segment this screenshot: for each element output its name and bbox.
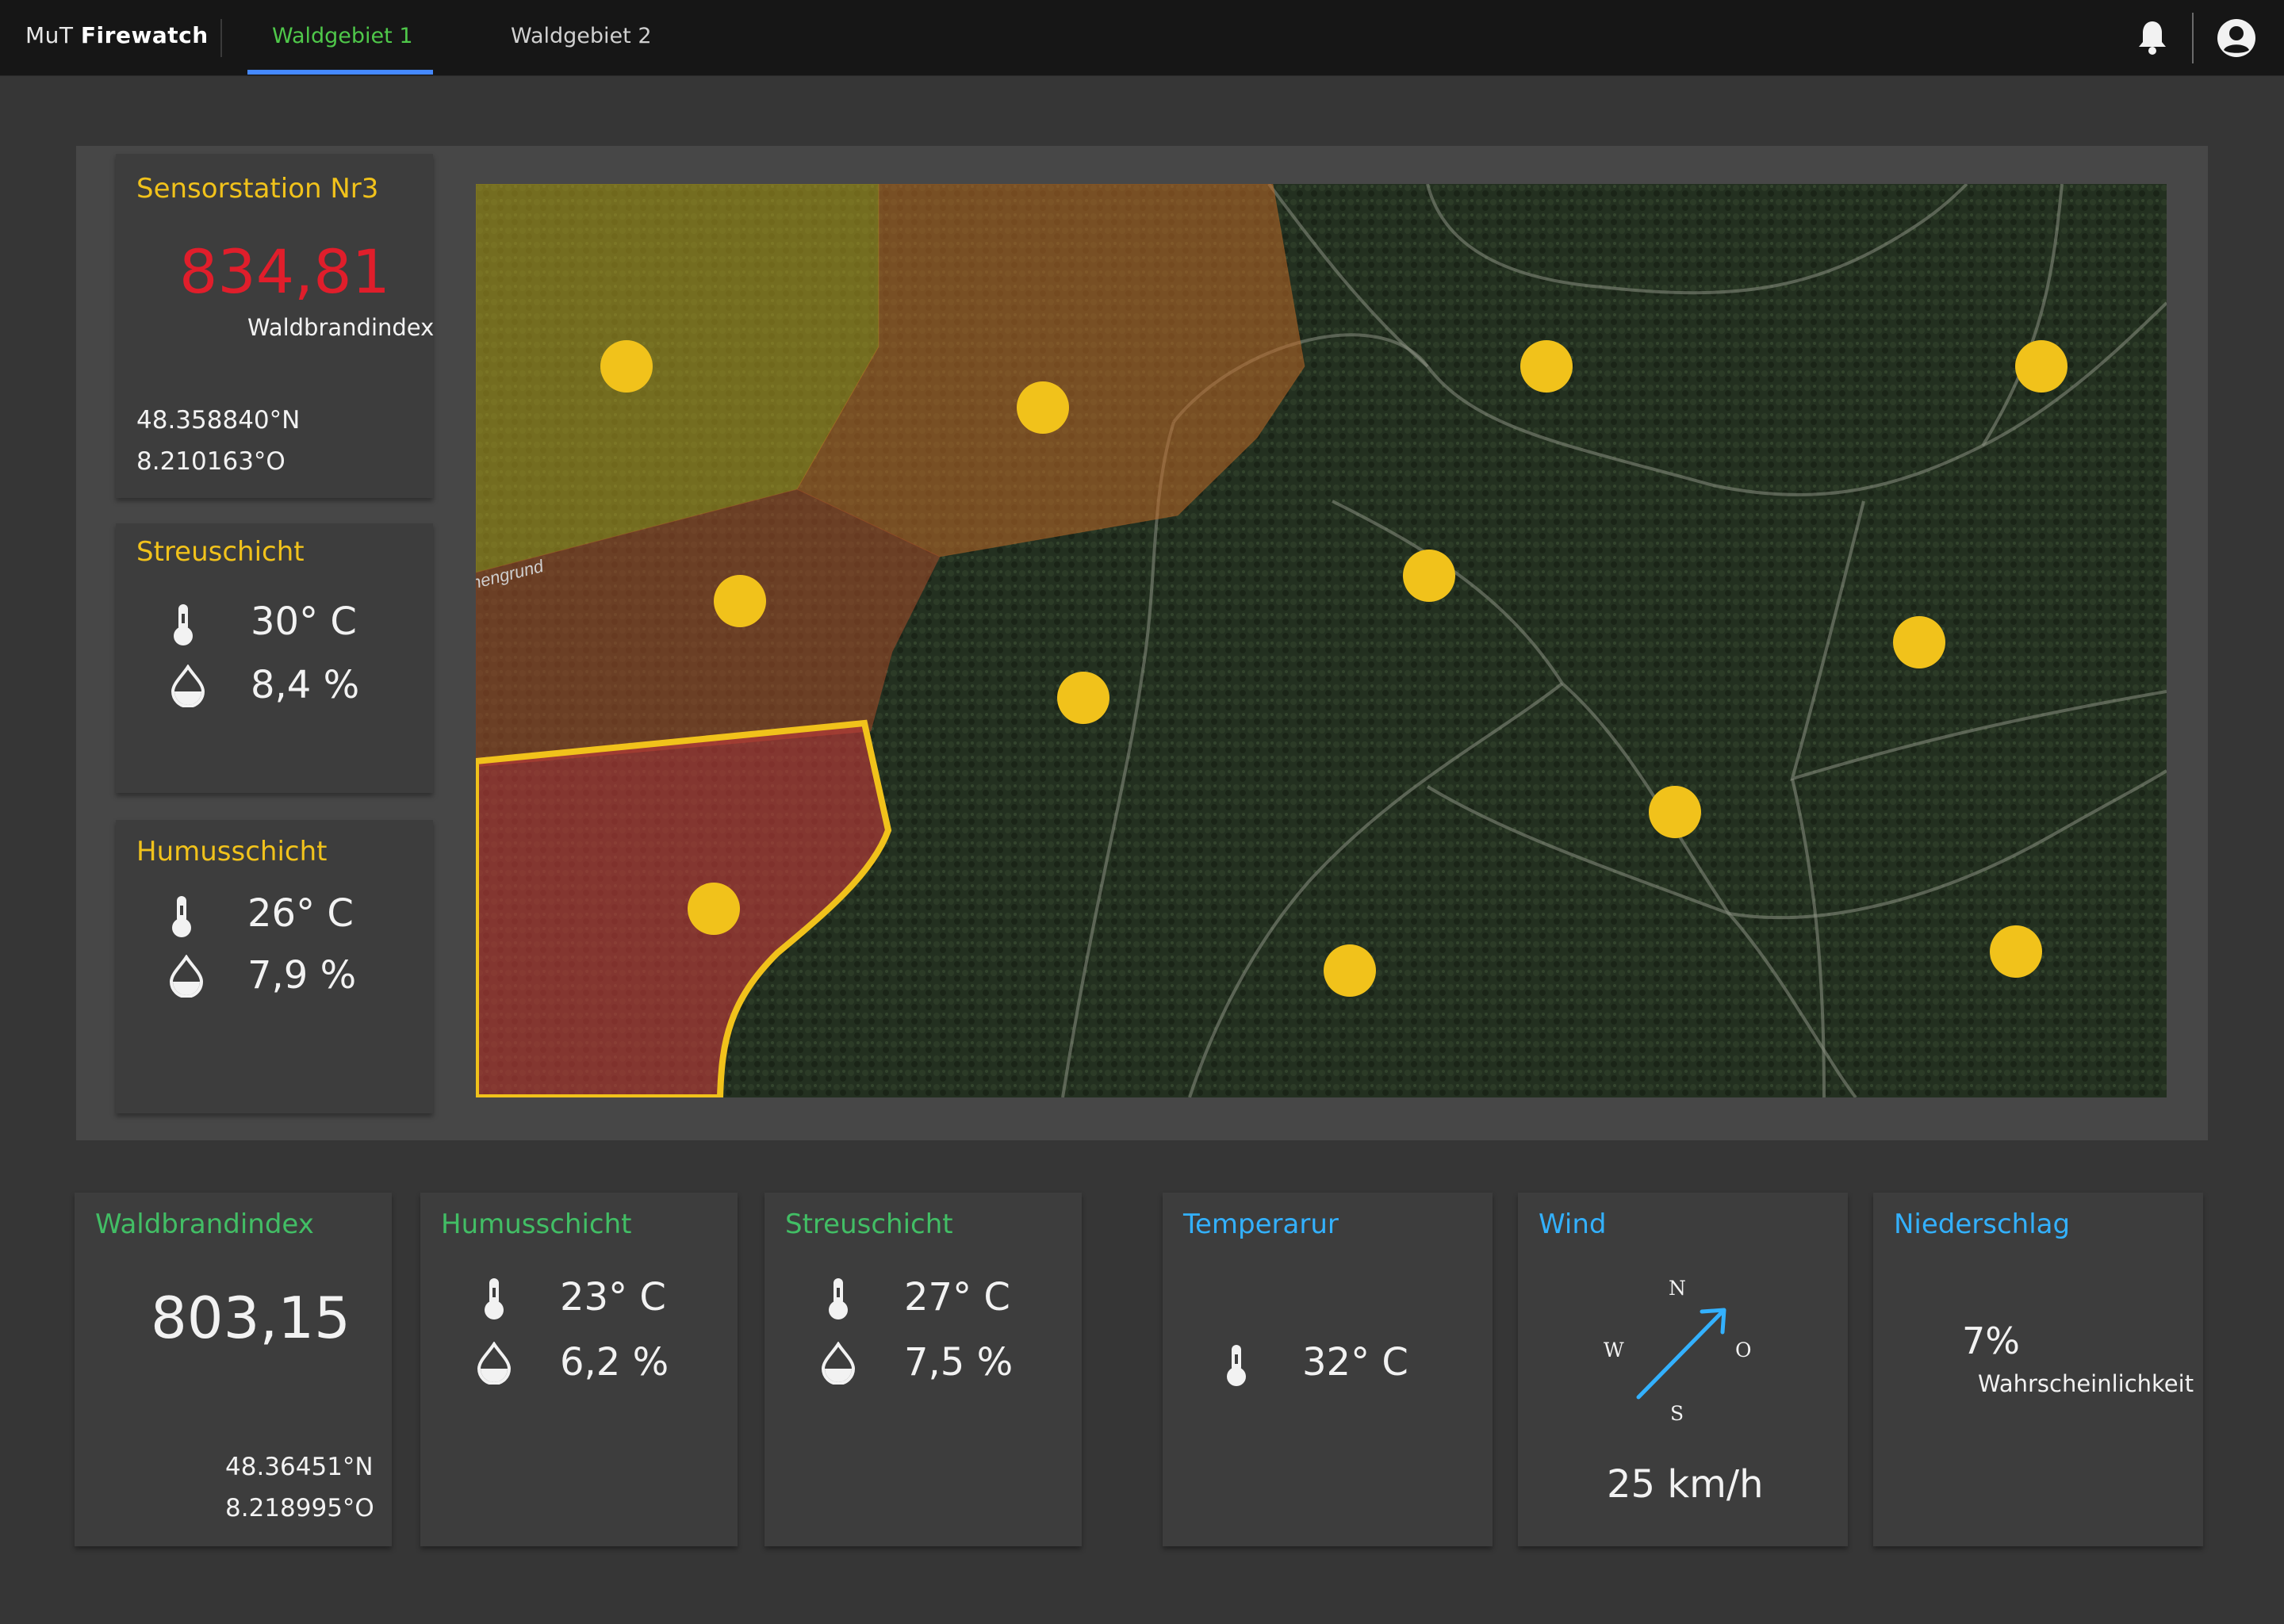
summary-humusschicht-humidity: 6,2 % xyxy=(560,1340,669,1385)
station-streuschicht-humidity: 8,4 % xyxy=(251,663,360,707)
summary-fire-index-value: 803,15 xyxy=(151,1285,351,1351)
thermometer-icon xyxy=(1227,1345,1246,1386)
station-fire-index-value: 834,81 xyxy=(179,236,390,307)
humidity-drop-icon xyxy=(169,955,204,998)
humidity-drop-icon xyxy=(171,665,205,707)
summary-streuschicht-title: Streuschicht xyxy=(785,1208,953,1240)
humidity-drop-icon xyxy=(477,1342,512,1385)
tab-waldgebiet-1[interactable]: Waldgebiet 1 xyxy=(272,24,413,48)
app-brand: MuT Firewatch xyxy=(25,22,209,48)
summary-temperature-value: 32° C xyxy=(1302,1340,1408,1385)
summary-longitude: 8.218995°O xyxy=(225,1494,374,1522)
station-fire-index-label: Waldbrandindex xyxy=(247,314,435,341)
thermometer-icon xyxy=(829,1278,848,1320)
summary-streuschicht-temperature: 27° C xyxy=(904,1275,1010,1320)
summary-precipitation-title: Niederschlag xyxy=(1894,1208,2071,1240)
compass-west-label: W xyxy=(1604,1339,1624,1362)
summary-wind-card: Wind N W O S 25 km/h xyxy=(1518,1193,1848,1546)
brand-name: Firewatch xyxy=(80,22,209,48)
forest-map[interactable]: nengrund xyxy=(476,184,2167,1097)
station-humusschicht-card: Humusschicht 26° C 7,9 % xyxy=(116,820,433,1113)
thermometer-icon xyxy=(485,1278,504,1320)
brand-prefix: MuT xyxy=(25,22,74,48)
summary-streuschicht-humidity: 7,5 % xyxy=(904,1340,1014,1385)
summary-precipitation-card: Niederschlag 7% Wahrscheinlichkeit xyxy=(1873,1193,2203,1546)
sensor-marker-selected[interactable] xyxy=(688,883,740,935)
wind-direction-arrow-icon xyxy=(1636,1308,1726,1400)
summary-precipitation-value: 7% xyxy=(1962,1320,2020,1362)
summary-humusschicht-card: Humusschicht 23° C 6,2 % xyxy=(420,1193,738,1546)
station-latitude: 48.358840°N xyxy=(136,406,301,435)
summary-humusschicht-title: Humusschicht xyxy=(441,1208,632,1240)
summary-streuschicht-card: Streuschicht 27° C 7,5 % xyxy=(765,1193,1082,1546)
sensor-marker[interactable] xyxy=(1990,925,2042,978)
sensor-marker[interactable] xyxy=(1403,550,1455,602)
station-humusschicht-temperature: 26° C xyxy=(247,891,354,936)
user-avatar-icon[interactable] xyxy=(2216,17,2257,59)
brand-divider xyxy=(220,19,222,57)
top-navigation-bar: MuT Firewatch Waldgebiet 1 Waldgebiet 2 xyxy=(0,0,2284,76)
bell-icon[interactable] xyxy=(2136,19,2168,56)
sensor-marker[interactable] xyxy=(600,340,653,393)
station-longitude: 8.210163°O xyxy=(136,447,286,476)
station-streuschicht-card: Streuschicht 30° C 8,4 % xyxy=(116,523,433,793)
summary-wind-speed: 25 km/h xyxy=(1607,1462,1764,1507)
header-divider xyxy=(2192,13,2194,63)
sensor-marker[interactable] xyxy=(1017,381,1069,434)
station-streuschicht-temperature: 30° C xyxy=(251,599,357,644)
summary-fire-index-card: Waldbrandindex 803,15 48.36451°N 8.21899… xyxy=(75,1193,392,1546)
humidity-drop-icon xyxy=(821,1342,856,1385)
sensor-marker[interactable] xyxy=(714,575,766,627)
summary-fire-index-title: Waldbrandindex xyxy=(95,1208,314,1240)
sensor-marker[interactable] xyxy=(1649,786,1701,838)
summary-humusschicht-temperature: 23° C xyxy=(560,1275,666,1320)
station-humusschicht-title: Humusschicht xyxy=(136,836,328,868)
sensor-marker[interactable] xyxy=(1324,944,1376,997)
forest-map-canvas[interactable]: nengrund xyxy=(476,184,2167,1097)
thermometer-icon xyxy=(174,604,193,645)
sensor-marker[interactable] xyxy=(1057,672,1109,724)
sensor-station-title: Sensorstation Nr3 xyxy=(136,173,379,205)
station-streuschicht-title: Streuschicht xyxy=(136,536,305,568)
sensor-marker[interactable] xyxy=(1520,340,1573,393)
active-tab-indicator xyxy=(247,70,433,75)
tab-waldgebiet-2[interactable]: Waldgebiet 2 xyxy=(511,24,652,48)
sensor-marker[interactable] xyxy=(2015,340,2067,393)
summary-temperature-card: Temperarur 32° C xyxy=(1163,1193,1493,1546)
sensor-station-card: Sensorstation Nr3 834,81 Waldbrandindex … xyxy=(116,154,435,498)
summary-precipitation-label: Wahrscheinlichkeit xyxy=(1978,1370,2194,1397)
station-humusschicht-humidity: 7,9 % xyxy=(247,953,357,998)
thermometer-icon xyxy=(172,896,191,937)
sensor-marker[interactable] xyxy=(1893,616,1945,668)
summary-latitude: 48.36451°N xyxy=(225,1453,374,1481)
summary-wind-title: Wind xyxy=(1539,1208,1607,1240)
summary-temperature-title: Temperarur xyxy=(1183,1208,1339,1240)
